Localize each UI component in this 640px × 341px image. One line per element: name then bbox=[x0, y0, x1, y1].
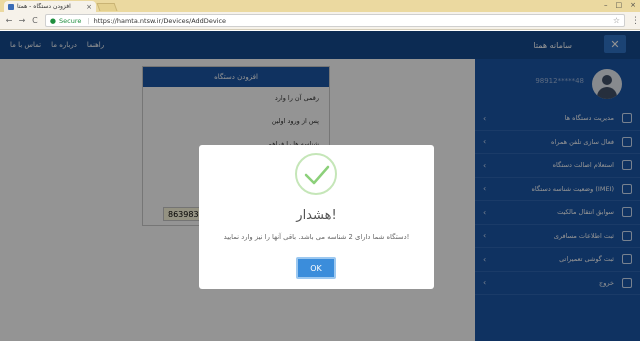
minimize-icon[interactable]: – bbox=[604, 1, 608, 9]
url-separator: | bbox=[87, 16, 90, 25]
site-favicon-icon bbox=[8, 3, 14, 10]
secure-label: Secure bbox=[59, 16, 82, 25]
browser-menu-icon[interactable]: ⋮ bbox=[631, 16, 640, 26]
lock-icon: ● bbox=[49, 16, 57, 25]
bookmark-star-icon[interactable]: ☆ bbox=[613, 16, 620, 25]
address-bar: ← → C ● Secure | https://hamta.ntsw.ir/D… bbox=[0, 12, 640, 30]
url-text: https://hamta.ntsw.ir/Devices/AddDevice bbox=[93, 16, 227, 25]
tab-title: افزودن دستگاه - همتا bbox=[17, 3, 71, 10]
dialog-title: هشدار! bbox=[296, 208, 337, 223]
forward-icon[interactable]: → bbox=[18, 16, 26, 25]
reload-icon[interactable]: C bbox=[31, 16, 39, 25]
warning-dialog: هشدار! دستگاه شما دارای 2 شناسه می باشد.… bbox=[199, 145, 434, 289]
dialog-message: دستگاه شما دارای 2 شناسه می باشد. باقی آ… bbox=[223, 233, 410, 241]
modal-overlay: هشدار! دستگاه شما دارای 2 شناسه می باشد.… bbox=[0, 31, 640, 341]
tab-close-icon[interactable]: × bbox=[86, 3, 92, 11]
close-window-icon[interactable]: × bbox=[630, 1, 636, 9]
browser-tab-strip: افزودن دستگاه - همتا × – □ × bbox=[0, 0, 640, 12]
success-check-icon bbox=[295, 153, 337, 195]
maximize-icon[interactable]: □ bbox=[616, 1, 623, 9]
back-icon[interactable]: ← bbox=[5, 16, 13, 25]
browser-tab[interactable]: افزودن دستگاه - همتا × bbox=[4, 1, 96, 12]
url-field[interactable]: ● Secure | https://hamta.ntsw.ir/Devices… bbox=[44, 14, 625, 27]
new-tab-button[interactable] bbox=[96, 3, 118, 11]
window-controls: – □ × bbox=[604, 1, 636, 9]
ok-button[interactable]: OK bbox=[296, 257, 336, 279]
